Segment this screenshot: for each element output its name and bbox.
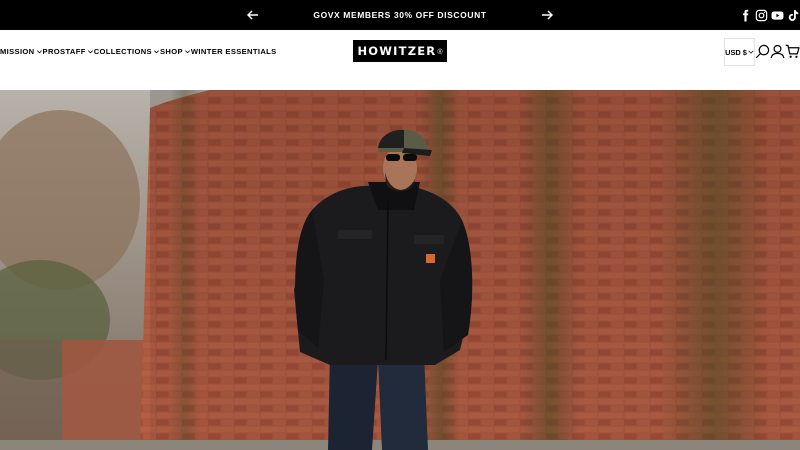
tiktok-link[interactable] [786, 7, 800, 23]
social-links [738, 7, 800, 23]
arrow-right-icon [542, 10, 553, 20]
facebook-link[interactable] [738, 7, 752, 23]
cart-icon [785, 44, 800, 58]
nav-item-shop[interactable]: SHOP [160, 47, 191, 56]
search-button[interactable] [754, 43, 770, 59]
search-icon [755, 44, 769, 58]
announcement-prev-button[interactable] [245, 7, 261, 23]
site-header: MISSION PROSTAFF COLLECTIONS SHOP WINTER… [0, 30, 800, 90]
announcement-next-button[interactable] [539, 7, 555, 23]
currency-selector[interactable]: USD $ [724, 38, 755, 66]
hero-image [0, 90, 800, 450]
announcement-bar: GOVX MEMBERS 30% OFF DISCOUNT [0, 0, 800, 30]
nav-item-mission[interactable]: MISSION [0, 47, 43, 56]
nav-item-label: SHOP [159, 46, 183, 56]
logo-text: HOWITZER [357, 44, 437, 58]
account-button[interactable] [769, 43, 785, 59]
account-icon [770, 44, 784, 58]
nav-item-label: WINTER ESSENTIALS [190, 46, 277, 56]
logo-registered-mark: ® [437, 48, 443, 56]
chevron-down-icon [36, 48, 43, 55]
tiktok-icon [788, 9, 798, 21]
instagram-link[interactable] [754, 7, 768, 23]
youtube-link[interactable] [770, 7, 784, 23]
nav-item-label: COLLECTIONS [93, 46, 152, 56]
chevron-down-icon [748, 50, 754, 54]
hero-banner[interactable] [0, 90, 800, 450]
nav-item-label: PROSTAFF [42, 46, 86, 56]
main-nav: MISSION PROSTAFF COLLECTIONS SHOP WINTER… [0, 30, 277, 72]
nav-item-winter-essentials[interactable]: WINTER ESSENTIALS [191, 47, 277, 56]
instagram-icon [755, 9, 767, 21]
cart-button[interactable] [784, 43, 800, 59]
arrow-left-icon [247, 10, 258, 20]
chevron-down-icon [153, 48, 160, 55]
announcement-message[interactable]: GOVX MEMBERS 30% OFF DISCOUNT [270, 0, 530, 30]
chevron-down-icon [87, 48, 94, 55]
nav-item-prostaff[interactable]: PROSTAFF [43, 47, 94, 56]
facebook-icon [742, 9, 748, 21]
brand-logo[interactable]: HOWITZER ® [353, 40, 447, 62]
nav-item-collections[interactable]: COLLECTIONS [94, 47, 160, 56]
chevron-down-icon [184, 48, 191, 55]
youtube-icon [771, 10, 783, 20]
nav-item-label: MISSION [0, 46, 35, 56]
currency-label: USD $ [725, 47, 747, 57]
